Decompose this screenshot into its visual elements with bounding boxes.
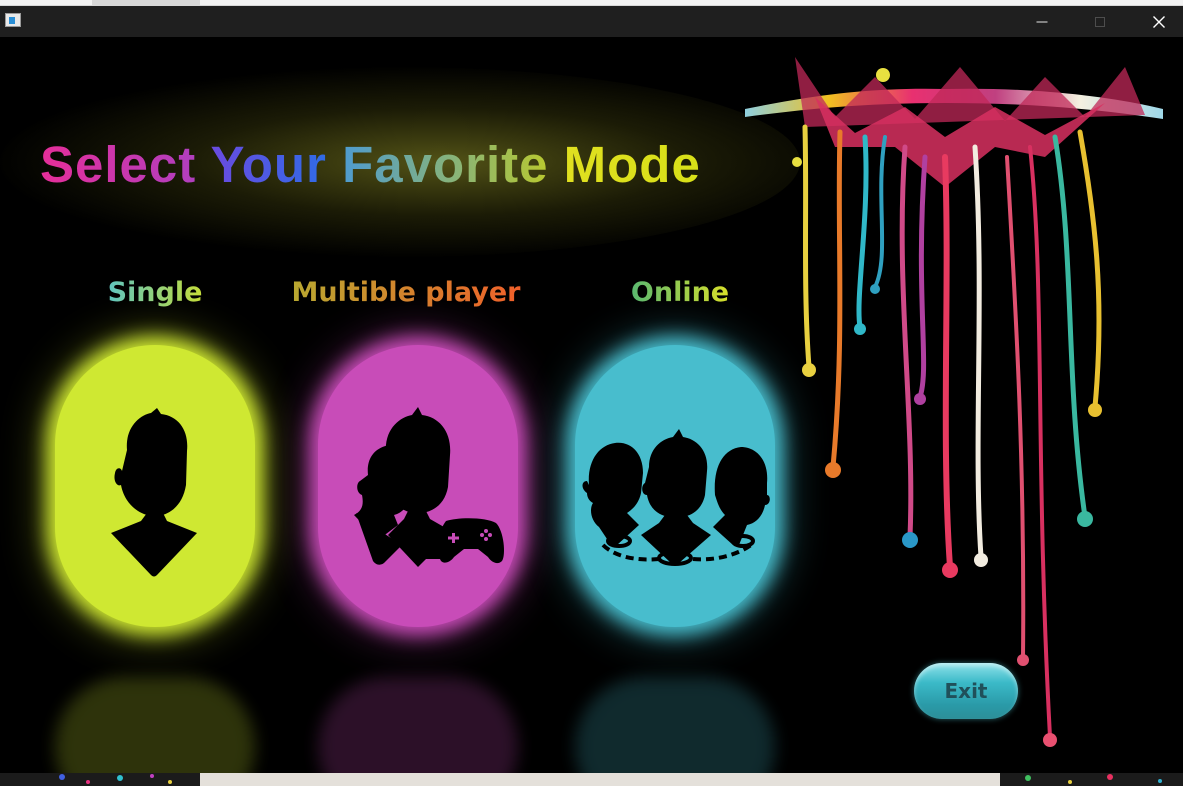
title-word: Your (210, 136, 327, 193)
title-word: Favorite (342, 136, 549, 193)
taskbar-bottom-strip (0, 773, 1183, 786)
bottom-left-paint-dots (59, 774, 172, 784)
multiplayer-gamepad-icon (354, 407, 504, 567)
page-title: Select Your Favorite Mode (40, 135, 701, 194)
minimize-icon (1036, 21, 1048, 22)
title-word: Mode (563, 136, 701, 193)
close-icon (1153, 15, 1165, 28)
bottom-light-strip (200, 773, 1000, 786)
multiplayer-label: Multible player (291, 277, 521, 308)
main-canvas: Select Your Favorite Mode Single Multibl… (0, 37, 1183, 773)
single-label: Single (107, 277, 203, 308)
title-word: Select (40, 136, 197, 193)
maximize-button[interactable] (1071, 6, 1129, 37)
exit-button[interactable]: Exit (914, 663, 1018, 719)
single-card-reflection (55, 677, 255, 773)
minimize-button[interactable] (1013, 6, 1071, 37)
online-label: Online (630, 277, 730, 308)
multiplayer-mode-card[interactable] (318, 345, 518, 627)
maximize-icon (1095, 16, 1105, 27)
bottom-right-paint-dots (1025, 774, 1162, 784)
window-titlebar (0, 6, 1183, 37)
single-player-icon (111, 408, 197, 577)
multiplayer-card-reflection (318, 677, 518, 773)
app-icon (5, 13, 21, 27)
close-button[interactable] (1130, 6, 1183, 37)
single-mode-card[interactable] (55, 345, 255, 627)
